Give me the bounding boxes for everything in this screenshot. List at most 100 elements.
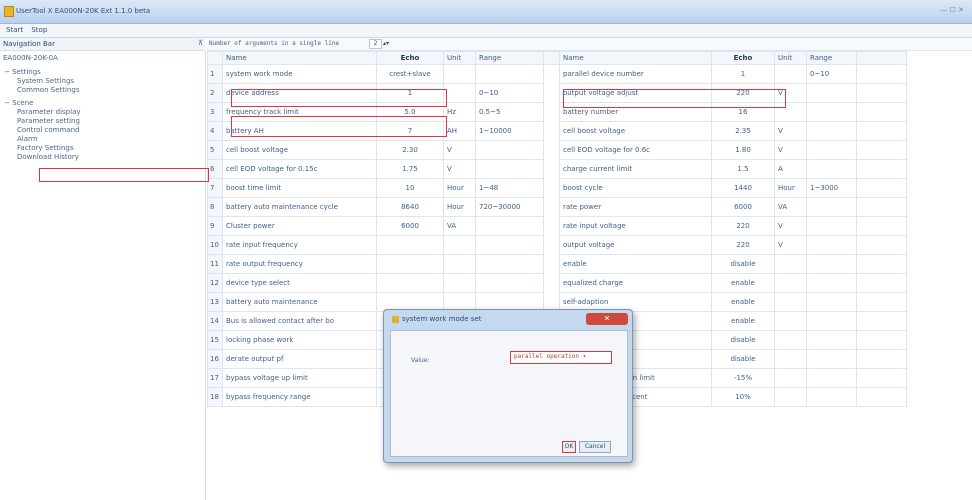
param-echo[interactable]: 2.30 <box>376 140 444 160</box>
param-range <box>475 140 544 160</box>
param-unit: V <box>774 216 807 236</box>
param-echo[interactable]: 6000 <box>376 216 444 236</box>
param-unit <box>774 330 807 350</box>
param-unit <box>774 349 807 369</box>
nav-device-label[interactable]: EA000N-20K-0A <box>3 54 58 62</box>
nav-item-label: Common Settings <box>17 86 80 94</box>
param-echo[interactable]: disable <box>711 254 775 274</box>
param-echo[interactable]: 1.5 <box>711 159 775 179</box>
nav-item-common-settings[interactable]: Common Settings <box>17 86 79 94</box>
row-gap <box>543 216 560 236</box>
param-echo[interactable] <box>376 235 444 255</box>
param-name: parallel device number <box>559 64 712 84</box>
nav-item-scene[interactable]: − Scene <box>4 99 33 107</box>
table-header-row: Name Echo Unit Range Name Echo Unit Rang… <box>207 51 907 65</box>
param-unit <box>774 64 807 84</box>
header-unit-left: Unit <box>443 51 476 65</box>
param-range <box>475 64 544 84</box>
param-echo[interactable]: 10 <box>376 178 444 198</box>
param-echo[interactable]: 6000 <box>711 197 775 217</box>
header-echo-right: Echo <box>711 51 775 65</box>
param-unit: A <box>774 159 807 179</box>
param-echo[interactable]: 1 <box>711 64 775 84</box>
param-name: cell EOD voltage for 0.6c <box>559 140 712 160</box>
row-index: 3 <box>207 102 223 122</box>
nav-item-parameter-display[interactable]: Parameter display <box>17 108 81 116</box>
param-unit <box>774 368 807 388</box>
param-echo[interactable]: enable <box>711 311 775 331</box>
row-gap <box>543 140 560 160</box>
collapse-icon[interactable]: − <box>4 99 12 107</box>
row-gap <box>543 273 560 293</box>
cancel-button[interactable]: Cancel <box>579 441 611 453</box>
param-unit: Hour <box>443 197 476 217</box>
param-range <box>806 387 857 407</box>
param-echo[interactable]: disable <box>711 330 775 350</box>
row-filler <box>856 292 907 312</box>
param-echo[interactable]: 7 <box>376 121 444 141</box>
param-echo[interactable]: -15% <box>711 368 775 388</box>
collapse-icon[interactable]: − <box>4 68 12 76</box>
param-echo[interactable]: 1 <box>376 83 444 103</box>
dialog-value-label: Value: <box>411 357 430 364</box>
nav-item-label: Factory Settings <box>17 144 74 152</box>
row-gap <box>543 178 560 198</box>
param-unit: Hour <box>443 178 476 198</box>
param-echo[interactable] <box>376 254 444 274</box>
header-name-right: Name <box>559 51 712 65</box>
param-range: 720~30000 <box>475 197 544 217</box>
work-mode-select[interactable]: parallel operation ▾ <box>510 351 612 364</box>
nav-item-control-command[interactable]: Control command <box>17 126 79 134</box>
param-echo[interactable]: 8640 <box>376 197 444 217</box>
param-echo[interactable]: 220 <box>711 235 775 255</box>
table-row: 4 battery AH 7 AH 1~10000 cell boost voltage 2… <box>207 121 907 141</box>
param-echo[interactable]: 2.35 <box>711 121 775 141</box>
param-name: charge current limit <box>559 159 712 179</box>
param-echo[interactable]: crest+slave <box>376 64 444 84</box>
nav-item-factory-settings[interactable]: Factory Settings <box>17 144 74 152</box>
table-row: 12 device type select equalized charge enab… <box>207 273 907 293</box>
param-echo[interactable]: enable <box>711 292 775 312</box>
close-icon[interactable]: ✕ <box>586 313 628 325</box>
row-gap <box>543 159 560 179</box>
param-name: cell boost voltage <box>222 140 377 160</box>
row-filler <box>856 216 907 236</box>
param-range <box>806 235 857 255</box>
param-echo[interactable]: 220 <box>711 83 775 103</box>
menu-stop[interactable]: Stop <box>31 26 47 34</box>
param-echo[interactable]: 16 <box>711 102 775 122</box>
row-index: 16 <box>207 349 223 369</box>
param-echo[interactable] <box>376 273 444 293</box>
param-echo[interactable]: 220 <box>711 216 775 236</box>
window-controls[interactable]: — ☐ ✕ <box>940 6 964 14</box>
param-name: boost cycle <box>559 178 712 198</box>
window-titlebar: UserTool X EA000N-20K Ext 1.1.0 beta — ☐… <box>0 0 972 24</box>
param-echo[interactable]: 1.80 <box>711 140 775 160</box>
spinner-icon[interactable]: ▴▾ <box>383 40 389 47</box>
nav-item-alarm[interactable]: Alarm <box>17 135 38 143</box>
table-row: 6 cell EOD voltage for 0.15c 1.75 Vcharge c… <box>207 159 907 179</box>
row-gap <box>543 197 560 217</box>
ok-button[interactable]: OK <box>562 441 576 453</box>
param-echo[interactable]: disable <box>711 349 775 369</box>
nav-item-system-settings[interactable]: System Settings <box>17 77 74 85</box>
nav-item-settings[interactable]: − Settings <box>4 68 41 76</box>
menu-start[interactable]: Start <box>6 26 23 34</box>
row-gap <box>543 121 560 141</box>
param-name: locking phase work <box>222 330 377 350</box>
param-echo[interactable]: 1.75 <box>376 159 444 179</box>
row-index: 10 <box>207 235 223 255</box>
param-name: device address <box>222 83 377 103</box>
header-index <box>207 51 223 65</box>
nav-item-parameter-setting[interactable]: Parameter setting <box>17 117 80 125</box>
pin-icon[interactable]: ⊼ <box>198 39 203 47</box>
nav-item-download-history[interactable]: Download History <box>17 153 79 161</box>
args-per-line-input[interactable]: 2 <box>369 39 382 49</box>
param-echo[interactable]: 1440 <box>711 178 775 198</box>
param-echo[interactable]: enable <box>711 273 775 293</box>
param-echo[interactable]: 10% <box>711 387 775 407</box>
row-gap <box>543 64 560 84</box>
param-unit <box>774 311 807 331</box>
param-range <box>475 159 544 179</box>
param-echo[interactable]: 5.0 <box>376 102 444 122</box>
